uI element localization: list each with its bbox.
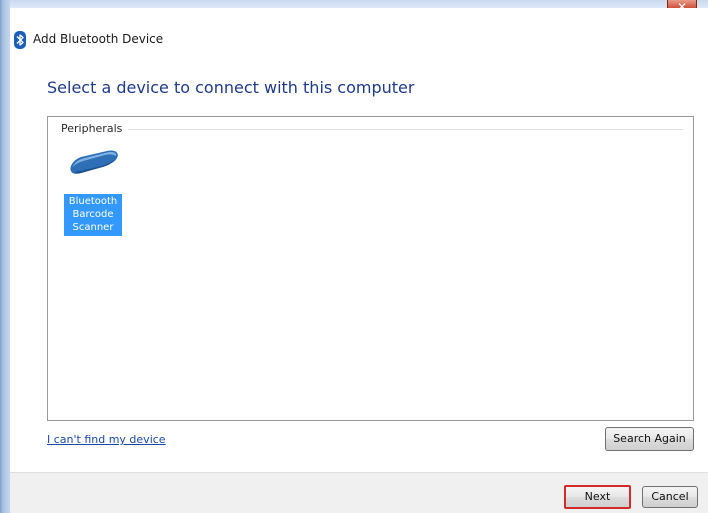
device-label: Bluetooth Barcode Scanner [64,194,122,236]
group-divider [128,129,683,130]
window-left-border [0,0,10,513]
title-bar: Add Bluetooth Device [10,8,708,70]
device-list-panel[interactable]: Peripherals Bluetooth Barcode Scanner [47,116,694,421]
barcode-scanner-icon [70,150,118,174]
cancel-button[interactable]: Cancel [642,486,698,508]
next-button[interactable]: Next [564,485,631,509]
bluetooth-icon [14,31,26,49]
window-title: Add Bluetooth Device [33,32,164,46]
window-top-border [10,0,708,8]
group-label-peripherals: Peripherals [61,122,127,135]
cant-find-device-link[interactable]: I can't find my device [47,433,166,446]
search-again-button[interactable]: Search Again [605,427,694,451]
device-item-bluetooth-barcode-scanner[interactable]: Bluetooth Barcode Scanner [64,147,122,243]
add-bluetooth-device-window: ✕ Add Bluetooth Device Select a device t… [0,0,708,513]
page-instruction: Select a device to connect with this com… [47,78,415,97]
